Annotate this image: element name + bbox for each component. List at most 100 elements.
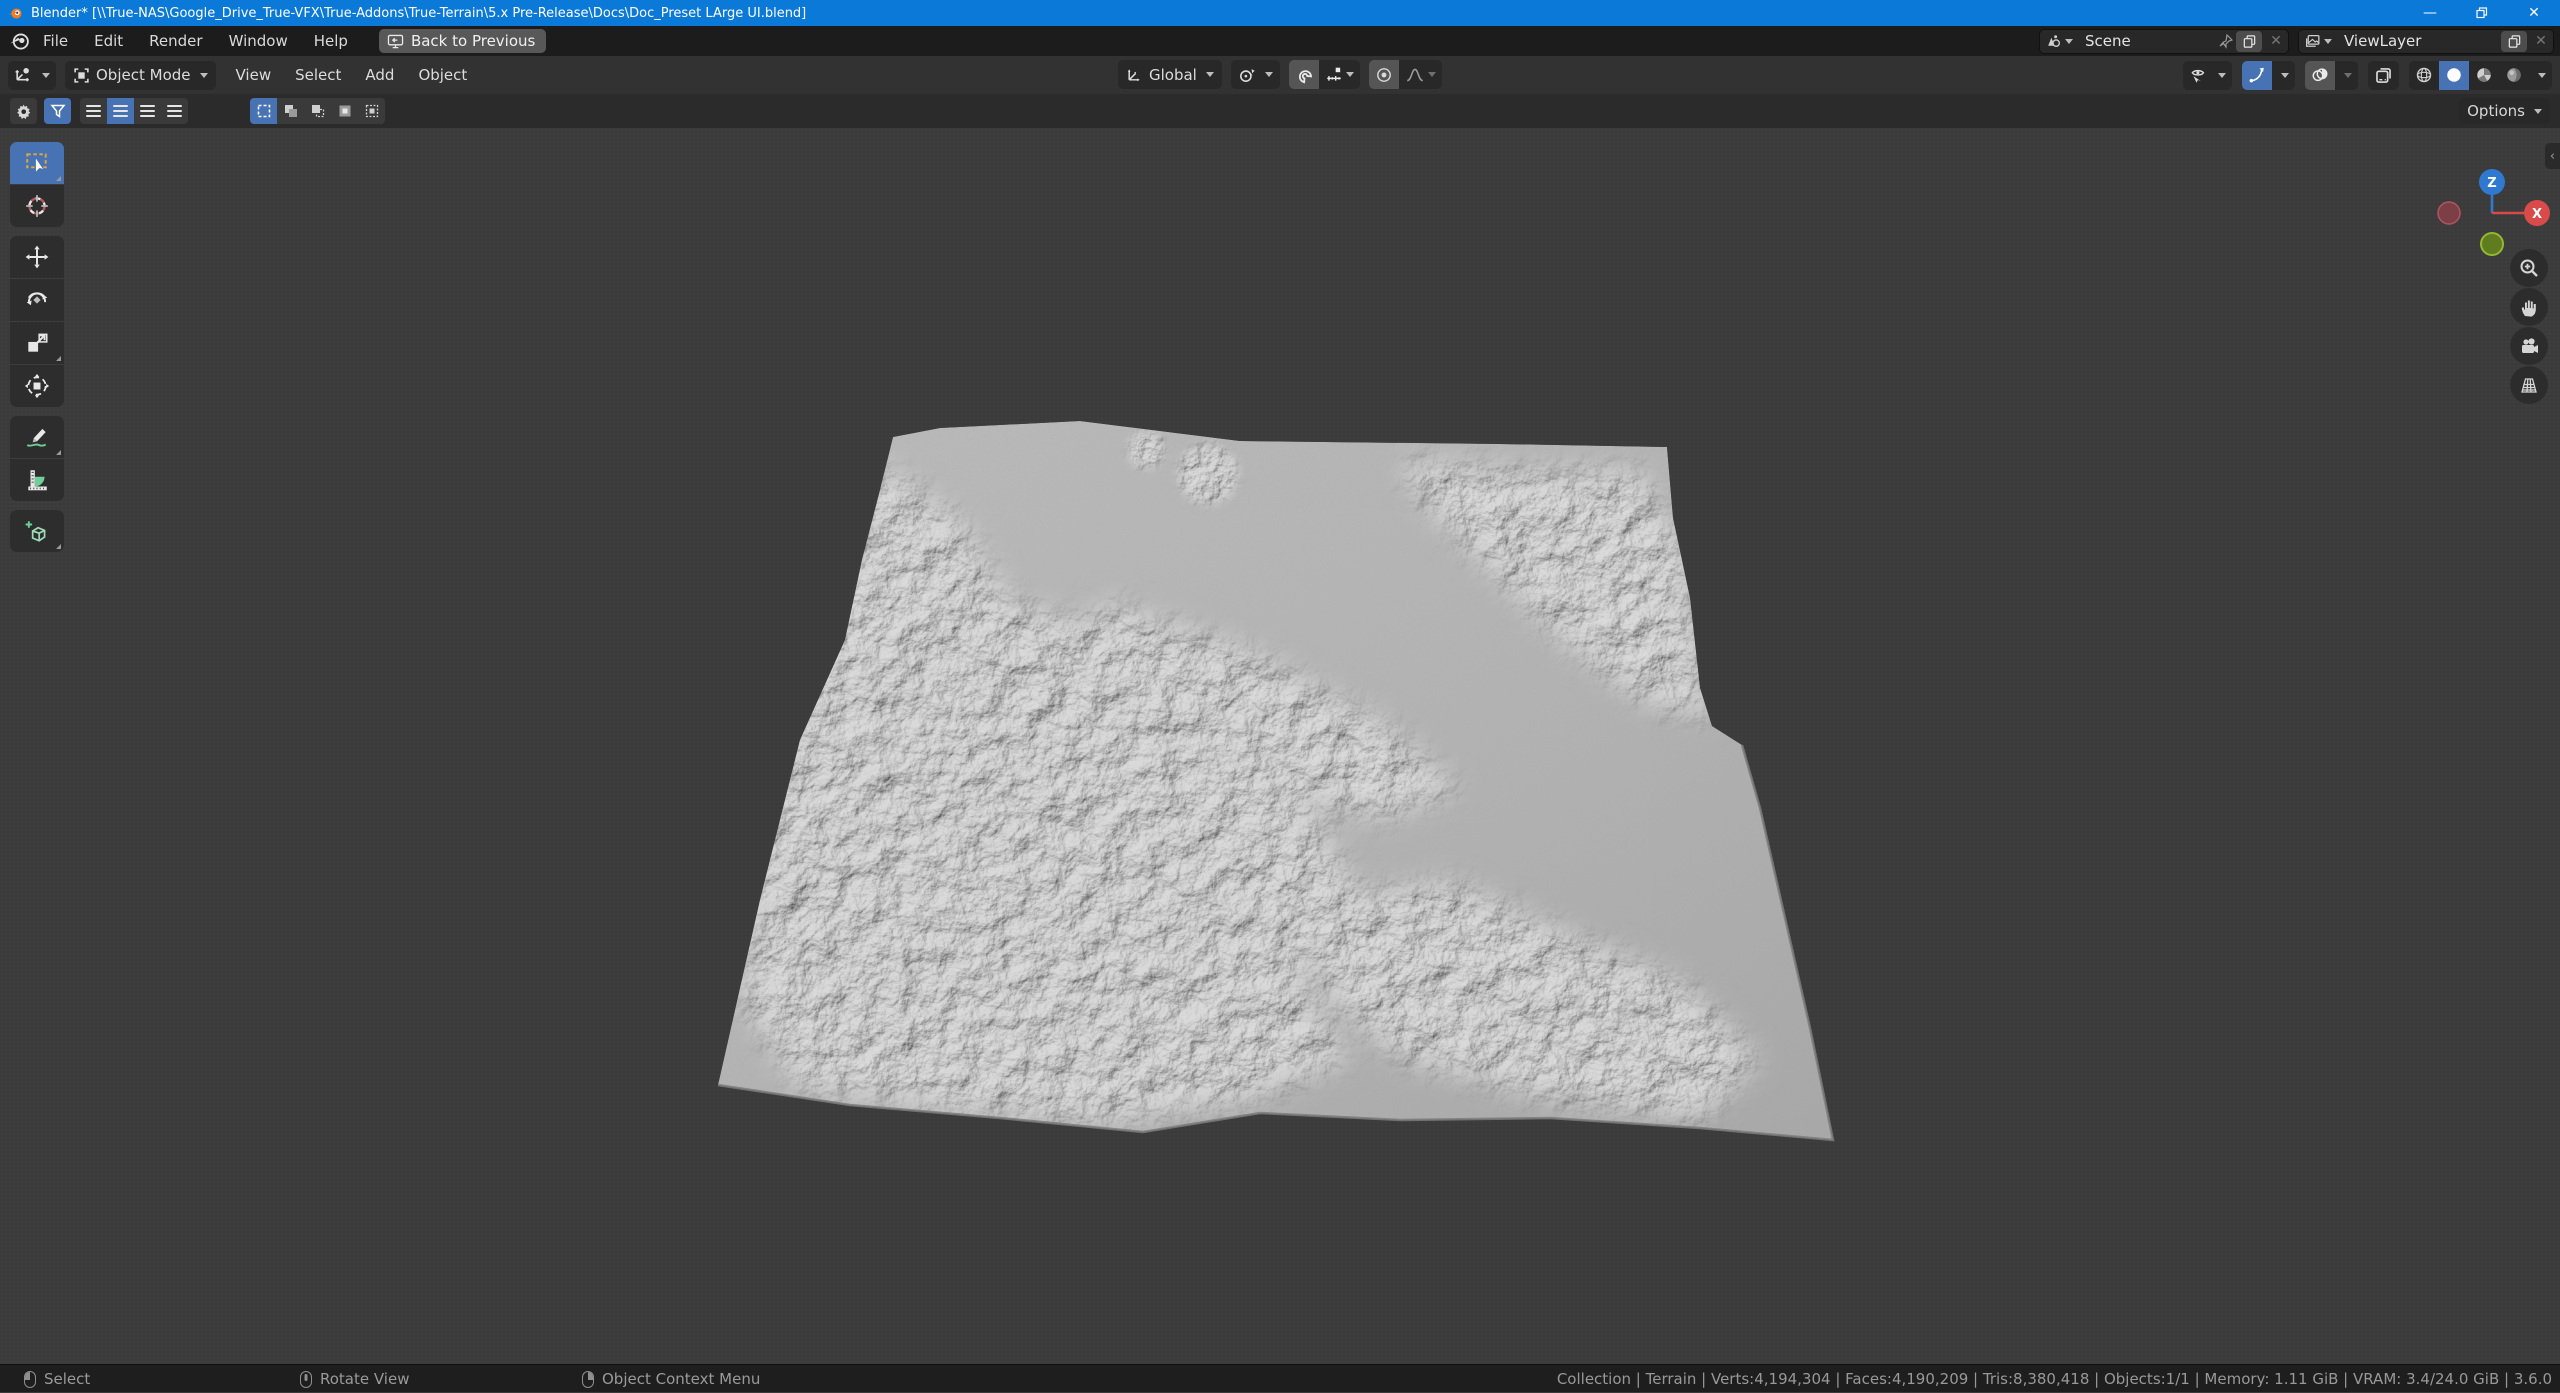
show-overlays-toggle[interactable] [2305, 61, 2335, 90]
gear-icon [15, 103, 32, 120]
left-mouse-icon [24, 1371, 36, 1388]
remove-viewlayer-button[interactable]: ✕ [2529, 33, 2553, 49]
sidebar-expand-tab[interactable]: ‹ [2545, 143, 2560, 169]
pivot-point-dropdown[interactable] [1231, 60, 1280, 89]
menu-object[interactable]: Object [406, 61, 479, 89]
viewlayer-name[interactable]: ViewLayer [2337, 32, 2499, 50]
back-to-previous-button[interactable]: Back to Previous [379, 29, 546, 53]
tool-rotate[interactable] [10, 279, 64, 321]
select-mode-subtract[interactable] [304, 98, 331, 124]
axis-negx-ball[interactable] [2438, 202, 2460, 224]
tool-move[interactable] [10, 236, 64, 278]
select-mode-extend[interactable] [277, 98, 304, 124]
editor-type-button[interactable] [8, 61, 56, 90]
ortho-toggle-button[interactable] [2510, 366, 2548, 404]
density-option-1[interactable] [80, 98, 107, 124]
tool-scale[interactable] [10, 322, 64, 364]
object-visibility-dropdown[interactable] [2183, 61, 2232, 90]
menu-view[interactable]: View [224, 61, 284, 89]
restore-button[interactable] [2456, 0, 2508, 26]
display-density-options [80, 98, 188, 124]
menu-edit[interactable]: Edit [81, 28, 136, 54]
menu-select[interactable]: Select [283, 61, 353, 89]
move-icon [24, 244, 50, 270]
mode-label: Object Mode [96, 66, 191, 84]
show-gizmo-toggle[interactable] [2242, 61, 2272, 90]
shading-wireframe-button[interactable] [2409, 61, 2439, 90]
magnet-icon [1295, 66, 1313, 84]
select-mode-invert[interactable] [331, 98, 358, 124]
xray-toggle[interactable] [2368, 61, 2399, 90]
wireframe-sphere-icon [2415, 66, 2433, 84]
snap-to-dropdown[interactable] [1319, 60, 1360, 89]
tool-cursor[interactable] [10, 185, 64, 227]
shading-material-button[interactable] [2469, 61, 2499, 90]
snap-toggle[interactable] [1289, 60, 1319, 89]
blender-menu-icon[interactable] [9, 31, 30, 52]
scene-name[interactable]: Scene [2078, 32, 2218, 50]
tool-select-box[interactable] [10, 142, 64, 184]
tool-add-cube[interactable] [10, 510, 64, 552]
shading-dropdown[interactable] [2529, 61, 2552, 90]
select-mode-set[interactable] [250, 98, 277, 124]
select-extend-icon [283, 103, 299, 119]
blender-logo-icon [8, 6, 23, 21]
mode-selector[interactable]: Object Mode [65, 61, 216, 90]
tool-settings-gear-button[interactable] [10, 98, 37, 124]
select-invert-icon [337, 103, 353, 119]
axis-y-ball[interactable] [2481, 233, 2503, 255]
proportional-falloff-dropdown[interactable] [1399, 60, 1442, 89]
filter-button[interactable] [44, 98, 71, 124]
axis-z-ball[interactable]: Z [2479, 169, 2505, 195]
select-intersect-icon [364, 103, 380, 119]
tool-annotate[interactable] [10, 416, 64, 458]
select-mode-intersect[interactable] [358, 98, 385, 124]
new-scene-button[interactable] [2236, 31, 2262, 52]
chevron-down-icon [1265, 72, 1273, 77]
menu-file[interactable]: File [30, 28, 81, 54]
menu-window[interactable]: Window [216, 28, 301, 54]
density-option-2[interactable] [107, 98, 134, 124]
chevron-down-icon [2324, 39, 2332, 44]
tool-transform[interactable] [10, 365, 64, 407]
tool-options-dropdown[interactable]: Options [2459, 98, 2550, 124]
axis-x-ball[interactable]: X [2524, 200, 2550, 226]
zoom-view-button[interactable] [2510, 249, 2548, 287]
transform-orientation-dropdown[interactable]: Global [1118, 60, 1222, 89]
shading-solid-button[interactable] [2439, 61, 2469, 90]
scene-browse-button[interactable] [2040, 30, 2078, 53]
overlays-dropdown[interactable] [2335, 61, 2358, 90]
menu-help[interactable]: Help [301, 28, 361, 54]
camera-view-button[interactable] [2510, 327, 2548, 365]
left-toolbar [10, 142, 64, 552]
pin-icon[interactable] [2218, 33, 2234, 49]
density-option-3[interactable] [134, 98, 161, 124]
viewlayer-browse-button[interactable] [2299, 30, 2337, 53]
transform-icon [24, 373, 50, 399]
screen-back-icon [387, 34, 404, 49]
close-button[interactable]: ✕ [2508, 0, 2560, 26]
measure-icon [24, 467, 50, 493]
menu-render[interactable]: Render [136, 28, 215, 54]
select-set-icon [256, 103, 272, 119]
unlink-scene-button[interactable]: ✕ [2264, 33, 2288, 49]
minimize-button[interactable]: — [2404, 0, 2456, 26]
chevron-down-icon [1206, 72, 1214, 77]
rotate-icon [24, 287, 50, 313]
tool-settings-bar: Options [0, 94, 2560, 128]
3d-viewport[interactable]: Z X ‹ [0, 128, 2560, 1364]
pan-view-button[interactable] [2510, 288, 2548, 326]
lines-icon [140, 105, 155, 118]
shading-rendered-button[interactable] [2499, 61, 2529, 90]
tool-measure[interactable] [10, 459, 64, 501]
menu-add[interactable]: Add [353, 61, 406, 89]
orientation-global-icon [1126, 66, 1143, 83]
proportional-edit-toggle[interactable] [1369, 60, 1399, 89]
terrain-mesh[interactable] [0, 128, 2560, 1364]
overlays-controls [2305, 61, 2358, 90]
gizmo-dropdown[interactable] [2272, 61, 2295, 90]
proportional-edit-icon [1375, 66, 1393, 84]
scene-statistics: Collection | Terrain | Verts:4,194,304 |… [1557, 1365, 2552, 1393]
new-viewlayer-button[interactable] [2501, 31, 2527, 52]
density-option-4[interactable] [161, 98, 188, 124]
